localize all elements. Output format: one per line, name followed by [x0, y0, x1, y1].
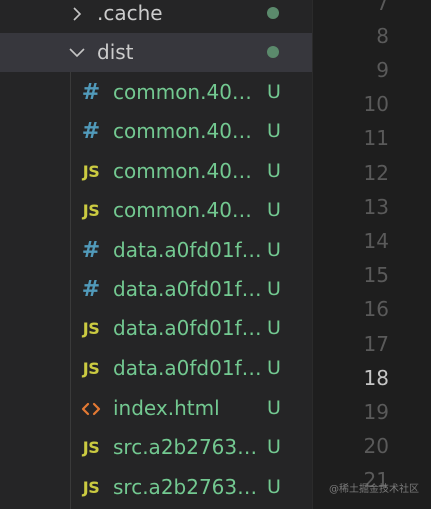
- css-file-icon: #: [81, 238, 101, 263]
- folder-name: .cache: [97, 1, 163, 25]
- file-name: data.a0fd01f…: [113, 277, 262, 301]
- file-row[interactable]: JS common.40… U: [0, 152, 312, 191]
- file-name: data.a0fd01f…: [113, 238, 262, 262]
- file-name: data.a0fd01f…: [113, 356, 262, 380]
- git-status-untracked: U: [267, 476, 281, 498]
- line-number: 8: [376, 24, 389, 48]
- js-file-icon: JS: [82, 478, 100, 497]
- file-row[interactable]: JS data.a0fd01f… U: [0, 309, 312, 348]
- folder-row-cache[interactable]: .cache: [0, 0, 312, 33]
- js-file-icon: JS: [82, 359, 100, 378]
- line-number: 9: [376, 58, 389, 82]
- line-number: 11: [363, 126, 389, 150]
- js-file-icon: JS: [82, 319, 100, 338]
- chevron-down-icon[interactable]: [67, 33, 87, 72]
- css-file-icon: #: [81, 119, 101, 144]
- git-status-untracked: U: [267, 120, 281, 142]
- file-name: common.40…: [113, 198, 252, 222]
- file-row[interactable]: # data.a0fd01f… U: [0, 231, 312, 270]
- git-status-untracked: U: [267, 160, 281, 182]
- file-name: data.a0fd01f…: [113, 316, 262, 340]
- file-row[interactable]: # data.a0fd01f… U: [0, 270, 312, 309]
- git-status-untracked: U: [267, 199, 281, 221]
- line-number: 13: [363, 195, 389, 219]
- line-number: 12: [363, 161, 389, 185]
- html-file-icon: [78, 389, 104, 428]
- file-name: src.a2b2763…: [113, 475, 258, 499]
- git-status-untracked: U: [267, 239, 281, 261]
- explorer-panel: .cache dist # common.40… U # common.40… …: [0, 0, 312, 509]
- git-status-untracked: U: [267, 436, 281, 458]
- line-number: 14: [363, 229, 389, 253]
- folder-row-dist[interactable]: dist: [0, 33, 312, 72]
- watermark: @稀土掘金技术社区: [329, 484, 419, 495]
- line-number: 15: [363, 263, 389, 287]
- git-status-untracked: U: [267, 317, 281, 339]
- file-name: common.40…: [113, 159, 252, 183]
- file-name: common.40…: [113, 119, 252, 143]
- file-row[interactable]: # common.40… U: [0, 73, 312, 112]
- file-row[interactable]: JS data.a0fd01f… U: [0, 349, 312, 388]
- line-number: 7: [376, 0, 389, 15]
- modified-dot-indicator: [267, 7, 279, 19]
- css-file-icon: #: [81, 277, 101, 302]
- file-row[interactable]: index.html U: [0, 389, 312, 428]
- modified-dot-indicator: [267, 46, 279, 58]
- js-file-icon: JS: [82, 201, 100, 220]
- git-status-untracked: U: [267, 357, 281, 379]
- file-row[interactable]: JS src.a2b2763… U: [0, 428, 312, 467]
- chevron-right-icon[interactable]: [67, 0, 87, 33]
- line-number: 17: [363, 332, 389, 356]
- editor-line-gutter: 7 8 9 10 11 12 13 14 15 16 17 18 19 20 2…: [313, 0, 431, 509]
- js-file-icon: JS: [82, 438, 100, 457]
- line-number: 16: [363, 297, 389, 321]
- git-status-untracked: U: [267, 397, 281, 419]
- line-number-active: 18: [363, 366, 389, 390]
- file-row[interactable]: JS common.40… U: [0, 191, 312, 230]
- js-file-icon: JS: [82, 162, 100, 181]
- file-name: common.40…: [113, 80, 252, 104]
- line-number: 19: [363, 400, 389, 424]
- file-row[interactable]: JS src.a2b2763… U: [0, 468, 312, 507]
- file-name: src.a2b2763…: [113, 435, 258, 459]
- file-name: index.html: [113, 396, 220, 420]
- git-status-untracked: U: [267, 278, 281, 300]
- line-number: 20: [363, 434, 389, 458]
- git-status-untracked: U: [267, 81, 281, 103]
- line-number: 10: [363, 92, 389, 116]
- css-file-icon: #: [81, 80, 101, 105]
- file-row[interactable]: # common.40… U: [0, 112, 312, 151]
- folder-name: dist: [97, 40, 134, 64]
